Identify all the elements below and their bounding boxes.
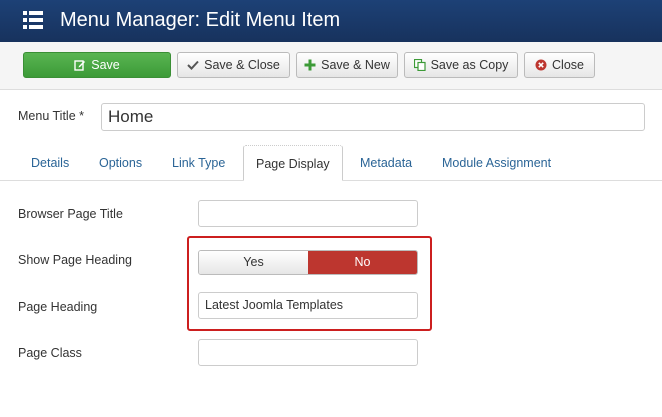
tab-bar: Details Options Link Type Page Display M… <box>0 145 662 181</box>
page-header: Menu Manager: Edit Menu Item <box>0 0 662 42</box>
save-new-button[interactable]: Save & New <box>296 52 398 78</box>
browser-page-title-label: Browser Page Title <box>18 207 123 221</box>
page-heading-label: Page Heading <box>18 300 98 314</box>
save-close-button[interactable]: Save & Close <box>177 52 290 78</box>
close-label: Close <box>552 58 584 72</box>
check-icon <box>187 60 199 70</box>
tab-details[interactable]: Details <box>31 145 69 181</box>
menu-list-icon <box>23 11 43 29</box>
show-page-heading-label: Show Page Heading <box>18 253 132 267</box>
tab-page-display[interactable]: Page Display <box>243 145 343 181</box>
page-class-input[interactable] <box>198 339 418 366</box>
save-copy-label: Save as Copy <box>430 58 509 72</box>
page-title: Menu Manager: Edit Menu Item <box>60 9 341 31</box>
toolbar: Save Save & Close Save & New Save as Cop… <box>0 42 662 90</box>
highlight-box <box>187 236 432 331</box>
menu-title-label: Menu Title * <box>18 109 85 123</box>
tab-options[interactable]: Options <box>99 145 142 181</box>
save-copy-button[interactable]: Save as Copy <box>404 52 518 78</box>
page-class-label: Page Class <box>18 346 82 360</box>
save-label: Save <box>91 58 120 72</box>
tab-metadata[interactable]: Metadata <box>360 145 412 181</box>
edit-icon <box>74 60 86 71</box>
save-close-label: Save & Close <box>204 58 280 72</box>
tab-module-assignment[interactable]: Module Assignment <box>442 145 551 181</box>
copy-icon <box>413 59 426 71</box>
menu-title-input[interactable]: Home <box>101 103 645 131</box>
save-button[interactable]: Save <box>23 52 171 78</box>
close-button[interactable]: Close <box>524 52 595 78</box>
close-circle-icon <box>535 59 547 71</box>
save-new-label: Save & New <box>321 58 390 72</box>
browser-page-title-input[interactable] <box>198 200 418 227</box>
tab-link-type[interactable]: Link Type <box>172 145 225 181</box>
plus-icon <box>304 59 316 71</box>
